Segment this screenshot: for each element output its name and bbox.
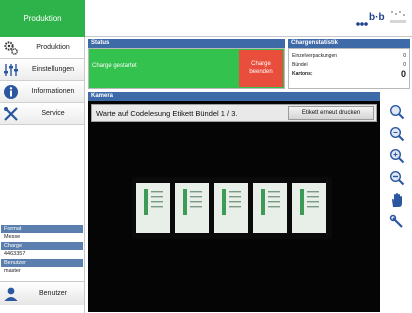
- stat-value: 0: [403, 52, 406, 59]
- stat-row-cartons: Kartons: 0: [292, 68, 406, 79]
- zoom-out-icon[interactable]: [387, 125, 407, 143]
- zoom-minus-icon[interactable]: [387, 169, 407, 187]
- user-button[interactable]: Benutzer: [0, 281, 84, 305]
- charge-info: Charge 4463357: [1, 242, 83, 259]
- top-bar: Produktion b·b: [0, 0, 412, 37]
- tools-icon: [0, 103, 22, 125]
- package: [253, 183, 287, 233]
- package: [292, 183, 326, 233]
- logo-text: b·b: [369, 12, 385, 23]
- package: [136, 183, 170, 233]
- camera-panel: Kamera Warte auf Codelesung Etikett Bünd…: [88, 92, 380, 312]
- sidebar-item-label: Einstellungen: [31, 66, 75, 73]
- statistics-header: Chargenstatistik: [288, 39, 410, 48]
- statistics-body: Einzelverpackungen 0 Bündel 0 Kartons: 0: [288, 48, 410, 89]
- stat-label: Einzelverpackungen: [292, 52, 338, 59]
- package: [214, 183, 248, 233]
- hand-pan-icon[interactable]: [387, 191, 407, 209]
- charge-value: 4463357: [4, 251, 26, 257]
- user-label: Benutzer: [1, 259, 83, 267]
- camera-image: [132, 177, 332, 239]
- status-panel: Status Charge gestartet Charge beenden: [88, 39, 285, 89]
- user-icon: [0, 283, 22, 305]
- status-header: Status: [88, 39, 285, 48]
- package: [175, 183, 209, 233]
- sidebar-item-label: Informationen: [31, 88, 75, 95]
- info-icon: [0, 81, 22, 103]
- stat-value: 0: [403, 61, 406, 68]
- stat-value: 0: [400, 68, 406, 79]
- sidebar: Produktion Einstellungen Informationen S…: [0, 37, 85, 313]
- user-info: Benutzer master: [1, 259, 83, 276]
- sidebar-item-informationen[interactable]: Informationen: [0, 81, 84, 103]
- sidebar-item-label: Service: [41, 110, 65, 117]
- zoom-in-icon[interactable]: [387, 103, 407, 121]
- sliders-icon: [0, 59, 22, 81]
- camera-view: Warte auf Codelesung Etikett Bündel 1 / …: [88, 101, 380, 312]
- format-info: Format Messe: [1, 225, 83, 242]
- user-value: master: [4, 268, 21, 274]
- sidebar-item-label: Produktion: [36, 44, 70, 51]
- stat-row-single-packs: Einzelverpackungen 0: [292, 51, 406, 60]
- stat-row-bundles: Bündel 0: [292, 60, 406, 69]
- page-title: Produktion: [0, 0, 85, 37]
- sidebar-item-service[interactable]: Service: [0, 103, 84, 125]
- company-logo: b·b: [356, 11, 406, 26]
- sidebar-item-produktion[interactable]: Produktion: [0, 37, 84, 59]
- stat-label: Bündel: [292, 61, 308, 68]
- batch-statistics-panel: Chargenstatistik Einzelverpackungen 0 Bü…: [288, 39, 410, 89]
- charge-label: Charge: [1, 242, 83, 250]
- sidebar-item-einstellungen[interactable]: Einstellungen: [0, 59, 84, 81]
- wrench-icon[interactable]: [387, 213, 407, 231]
- gears-icon: [0, 37, 22, 59]
- camera-toolbar: [384, 103, 410, 235]
- zoom-plus-icon[interactable]: [387, 147, 407, 165]
- end-charge-button[interactable]: Charge beenden: [239, 50, 283, 87]
- stat-label: Kartons:: [292, 70, 313, 77]
- format-label: Format: [1, 225, 83, 233]
- format-value: Messe: [4, 234, 21, 240]
- status-body: Charge gestartet Charge beenden: [88, 48, 285, 89]
- status-message: Charge gestartet: [92, 63, 137, 69]
- camera-header: Kamera: [88, 92, 380, 101]
- camera-message: Warte auf Codelesung Etikett Bündel 1 / …: [96, 108, 238, 118]
- camera-message-bar: Warte auf Codelesung Etikett Bündel 1 / …: [91, 104, 377, 122]
- reprint-label-button[interactable]: Etikett erneut drucken: [288, 106, 374, 120]
- user-button-label: Benutzer: [38, 290, 68, 297]
